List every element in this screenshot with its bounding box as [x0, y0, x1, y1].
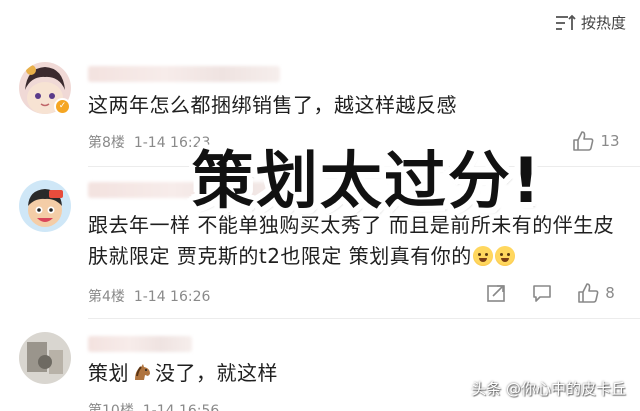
comment-meta: 第10楼 1-14 16:56 — [88, 400, 219, 411]
like-count: 8 — [605, 284, 615, 302]
comment-text-part: 策划 — [88, 361, 129, 385]
avatar[interactable] — [19, 332, 71, 384]
floor-label: 第10楼 — [88, 403, 134, 411]
divider — [88, 318, 640, 319]
watermark: 头条 @你心中的皮卡丘 — [471, 380, 626, 398]
sort-lines-icon — [555, 14, 576, 30]
reply-button[interactable] — [518, 282, 566, 304]
sort-by-hot-button[interactable]: 按热度 — [555, 12, 626, 33]
verified-badge-icon: ✓ — [54, 98, 71, 115]
overlay-caption: 策划太过分! — [191, 144, 543, 217]
sort-label: 按热度 — [580, 14, 626, 32]
comment-text: 这两年怎么都捆绑销售了，越这样越反感 — [88, 93, 457, 117]
thumbs-up-icon — [578, 283, 599, 303]
comment-meta: 第4楼 1-14 16:26 — [88, 286, 210, 306]
username-blurred — [88, 66, 280, 82]
avatar[interactable] — [19, 180, 71, 232]
like-count: 13 — [600, 132, 620, 150]
laughing-tears-emoji — [472, 246, 493, 266]
like-button[interactable]: 13 — [566, 130, 626, 152]
share-button[interactable] — [474, 282, 518, 304]
thumbs-up-icon — [573, 131, 594, 151]
share-icon — [487, 285, 505, 302]
like-button[interactable]: 8 — [566, 282, 626, 304]
comment-actions: 13 — [566, 130, 626, 152]
horse-emoji — [135, 364, 150, 380]
username-blurred — [88, 336, 192, 352]
timestamp: 1-14 16:26 — [133, 289, 211, 305]
comment-bubble-icon — [533, 285, 551, 302]
floor-label: 第8楼 — [88, 135, 125, 151]
comment-text-part: 没了，就这样 — [155, 361, 278, 385]
floor-label: 第4楼 — [88, 289, 125, 305]
laughing-tears-emoji — [494, 246, 515, 266]
timestamp: 1-14 16:56 — [142, 403, 220, 411]
comment-actions: 8 — [474, 282, 626, 304]
